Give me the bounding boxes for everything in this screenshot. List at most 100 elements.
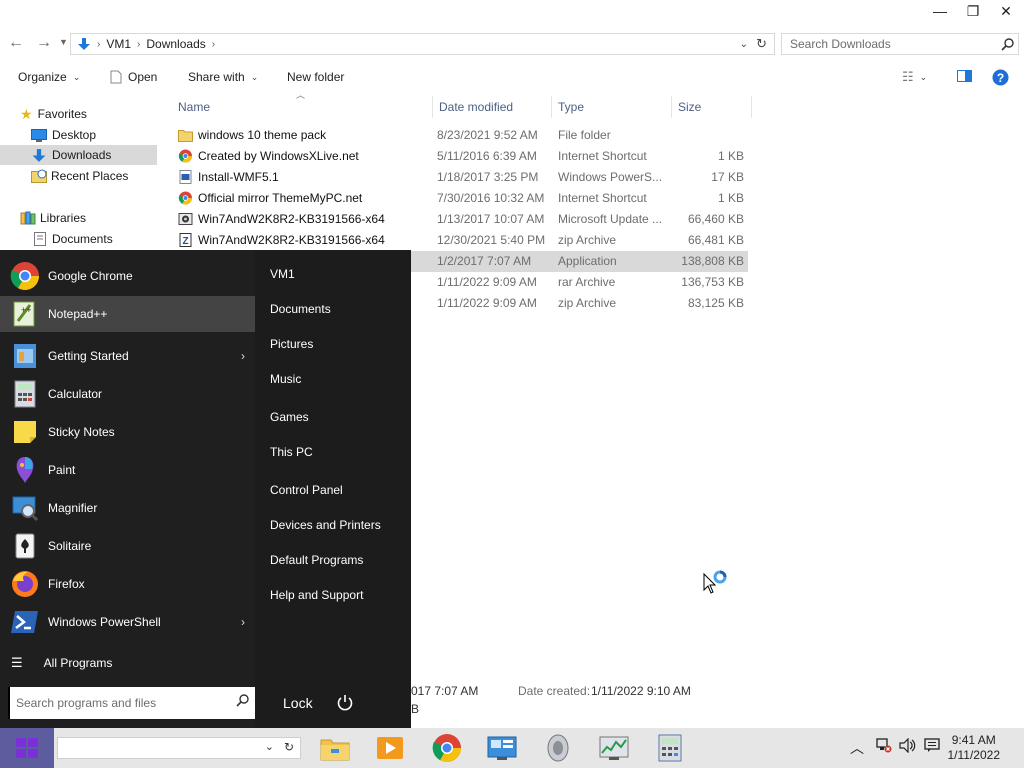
search-icon [236,694,249,707]
control-panel-icon [487,736,517,760]
start-menu: Google Chrome ++ Notepad++ Getting Start… [0,250,411,728]
start-button[interactable] [0,728,54,768]
sticky-notes-icon [14,421,36,443]
nav-downloads[interactable]: Downloads [0,145,157,165]
recent-locations-button[interactable]: ▼ [59,37,68,47]
start-place-games[interactable]: Games [270,410,309,424]
forward-button[interactable]: → [36,34,52,52]
recent-places-icon [31,169,47,183]
chevron-down-icon: ⌄ [250,71,259,82]
column-header-date-modified[interactable]: Date modified [433,96,552,118]
start-item-label: Google Chrome [48,269,133,283]
start-item-paint[interactable]: Paint [0,452,255,488]
new-folder-label: New folder [287,70,345,84]
taskbar-media-player[interactable] [368,730,412,766]
start-item-magnifier[interactable]: Magnifier [0,490,255,526]
file-name: Created by WindowsXLive.net [198,149,359,163]
restore-button[interactable]: ❐ [956,0,990,22]
start-place-this-pc[interactable]: This PC [270,445,313,459]
start-item-calculator[interactable]: Calculator [0,376,255,412]
taskbar-address-input[interactable]: ⌄ ↻ [57,737,301,759]
search-input[interactable]: Search Downloads [781,33,1019,55]
column-header-type[interactable]: Type [552,96,672,118]
minimize-button[interactable]: — [923,0,957,22]
refresh-icon[interactable]: ↻ [284,740,294,754]
file-explorer-icon [320,739,350,761]
taskbar-resource-monitor[interactable] [592,730,636,766]
nav-documents[interactable]: Documents [0,229,157,249]
file-row[interactable]: Created by WindowsXLive.net 5/11/2016 6:… [172,146,748,167]
forward-arrow-icon: → [36,34,52,51]
breadcrumb-downloads[interactable]: Downloads [146,37,205,51]
nav-desktop[interactable]: Desktop [0,125,157,145]
start-item-firefox[interactable]: Firefox [0,566,255,602]
svg-text:?: ? [997,71,1004,85]
start-item-solitaire[interactable]: Solitaire [0,528,255,564]
chevron-up-icon: ︿ [850,740,864,756]
address-dropdown-icon[interactable]: ⌄ [740,39,748,50]
nav-favorites[interactable]: ★ Favorites [0,104,157,124]
start-place-documents[interactable]: Documents [270,302,331,316]
nav-libraries[interactable]: Libraries [0,208,157,228]
taskbar-google-chrome[interactable] [425,730,469,766]
volume-tray-button[interactable] [899,737,917,756]
column-header-size[interactable]: Size [672,96,752,118]
file-date: 1/13/2017 10:07 AM [437,212,545,226]
start-search-input[interactable]: Search programs and files [8,687,255,719]
refresh-icon[interactable]: ↻ [756,36,767,52]
preview-pane-button[interactable] [957,70,972,82]
organize-button[interactable]: Organize ⌄ [18,70,80,84]
back-button[interactable]: ← [8,34,24,52]
address-bar[interactable]: › VM1 › Downloads › ⌄ ↻ [70,33,775,55]
file-row[interactable]: Official mirror ThemeMyPC.net 7/30/2016 … [172,188,748,209]
taskbar-calculator[interactable] [648,730,692,766]
start-all-programs[interactable]: ☰ All Programs [0,648,255,678]
column-header-name[interactable]: Name [172,96,433,118]
taskbar-file-explorer[interactable] [313,730,357,766]
help-button[interactable]: ? [992,69,1009,86]
share-with-button[interactable]: Share with ⌄ [188,70,258,84]
windows-logo-icon [16,738,38,758]
file-row[interactable]: Z Win7AndW2K8R2-KB3191566-x64 12/30/2021… [172,230,748,251]
nav-recent-places[interactable]: Recent Places [0,166,157,186]
start-place-default-programs[interactable]: Default Programs [270,553,363,567]
action-center-button[interactable] [924,738,940,756]
lock-button[interactable]: Lock [283,695,313,711]
power-button[interactable] [336,694,354,715]
taskbar-control-panel[interactable] [480,730,524,766]
network-tray-button[interactable] [876,738,892,756]
show-hidden-icons-button[interactable]: ︿ [850,738,864,758]
file-row[interactable]: Install-WMF5.1 1/18/2017 3:25 PM Windows… [172,167,748,188]
start-place-devices-and-printers[interactable]: Devices and Printers [270,518,381,532]
breadcrumb-vm1[interactable]: VM1 [106,37,131,51]
file-size: 66,481 KB [687,233,744,247]
update-package-icon [178,213,193,225]
resource-monitor-icon [599,736,629,760]
start-search-placeholder: Search programs and files [16,696,157,710]
start-place-music[interactable]: Music [270,372,301,386]
column-date-label: Date modified [439,100,514,114]
libraries-icon [20,211,36,225]
file-name: Official mirror ThemeMyPC.net [198,191,363,205]
file-row[interactable]: windows 10 theme pack 8/23/2021 9:52 AM … [172,125,748,146]
close-button[interactable]: ✕ [989,0,1023,22]
start-place-pictures[interactable]: Pictures [270,337,313,351]
start-item-google-chrome[interactable]: Google Chrome [0,258,255,294]
help-icon: ? [992,69,1009,86]
file-row[interactable]: Win7AndW2K8R2-KB3191566-x64 1/13/2017 10… [172,209,748,230]
start-item-windows-powershell[interactable]: Windows PowerShell › [0,604,255,640]
view-options-button[interactable]: ☷ ⌄ [902,69,927,85]
taskbar-clock[interactable]: 9:41 AM 1/11/2022 [948,733,1001,763]
start-item-notepad-plus-plus[interactable]: ++ Notepad++ [0,296,255,332]
start-place-help-and-support[interactable]: Help and Support [270,588,363,602]
new-folder-button[interactable]: New folder [287,70,344,84]
start-place-vm1[interactable]: VM1 [270,267,295,281]
start-item-sticky-notes[interactable]: Sticky Notes [0,414,255,450]
open-button[interactable]: Open [110,70,157,84]
start-item-getting-started[interactable]: Getting Started › [0,338,255,374]
file-date: 1/11/2022 9:09 AM [437,296,537,310]
breadcrumb-separator: › [137,38,141,50]
file-size: 1 KB [717,191,744,205]
taskbar-speaker-app[interactable] [536,730,580,766]
start-place-control-panel[interactable]: Control Panel [270,483,343,497]
